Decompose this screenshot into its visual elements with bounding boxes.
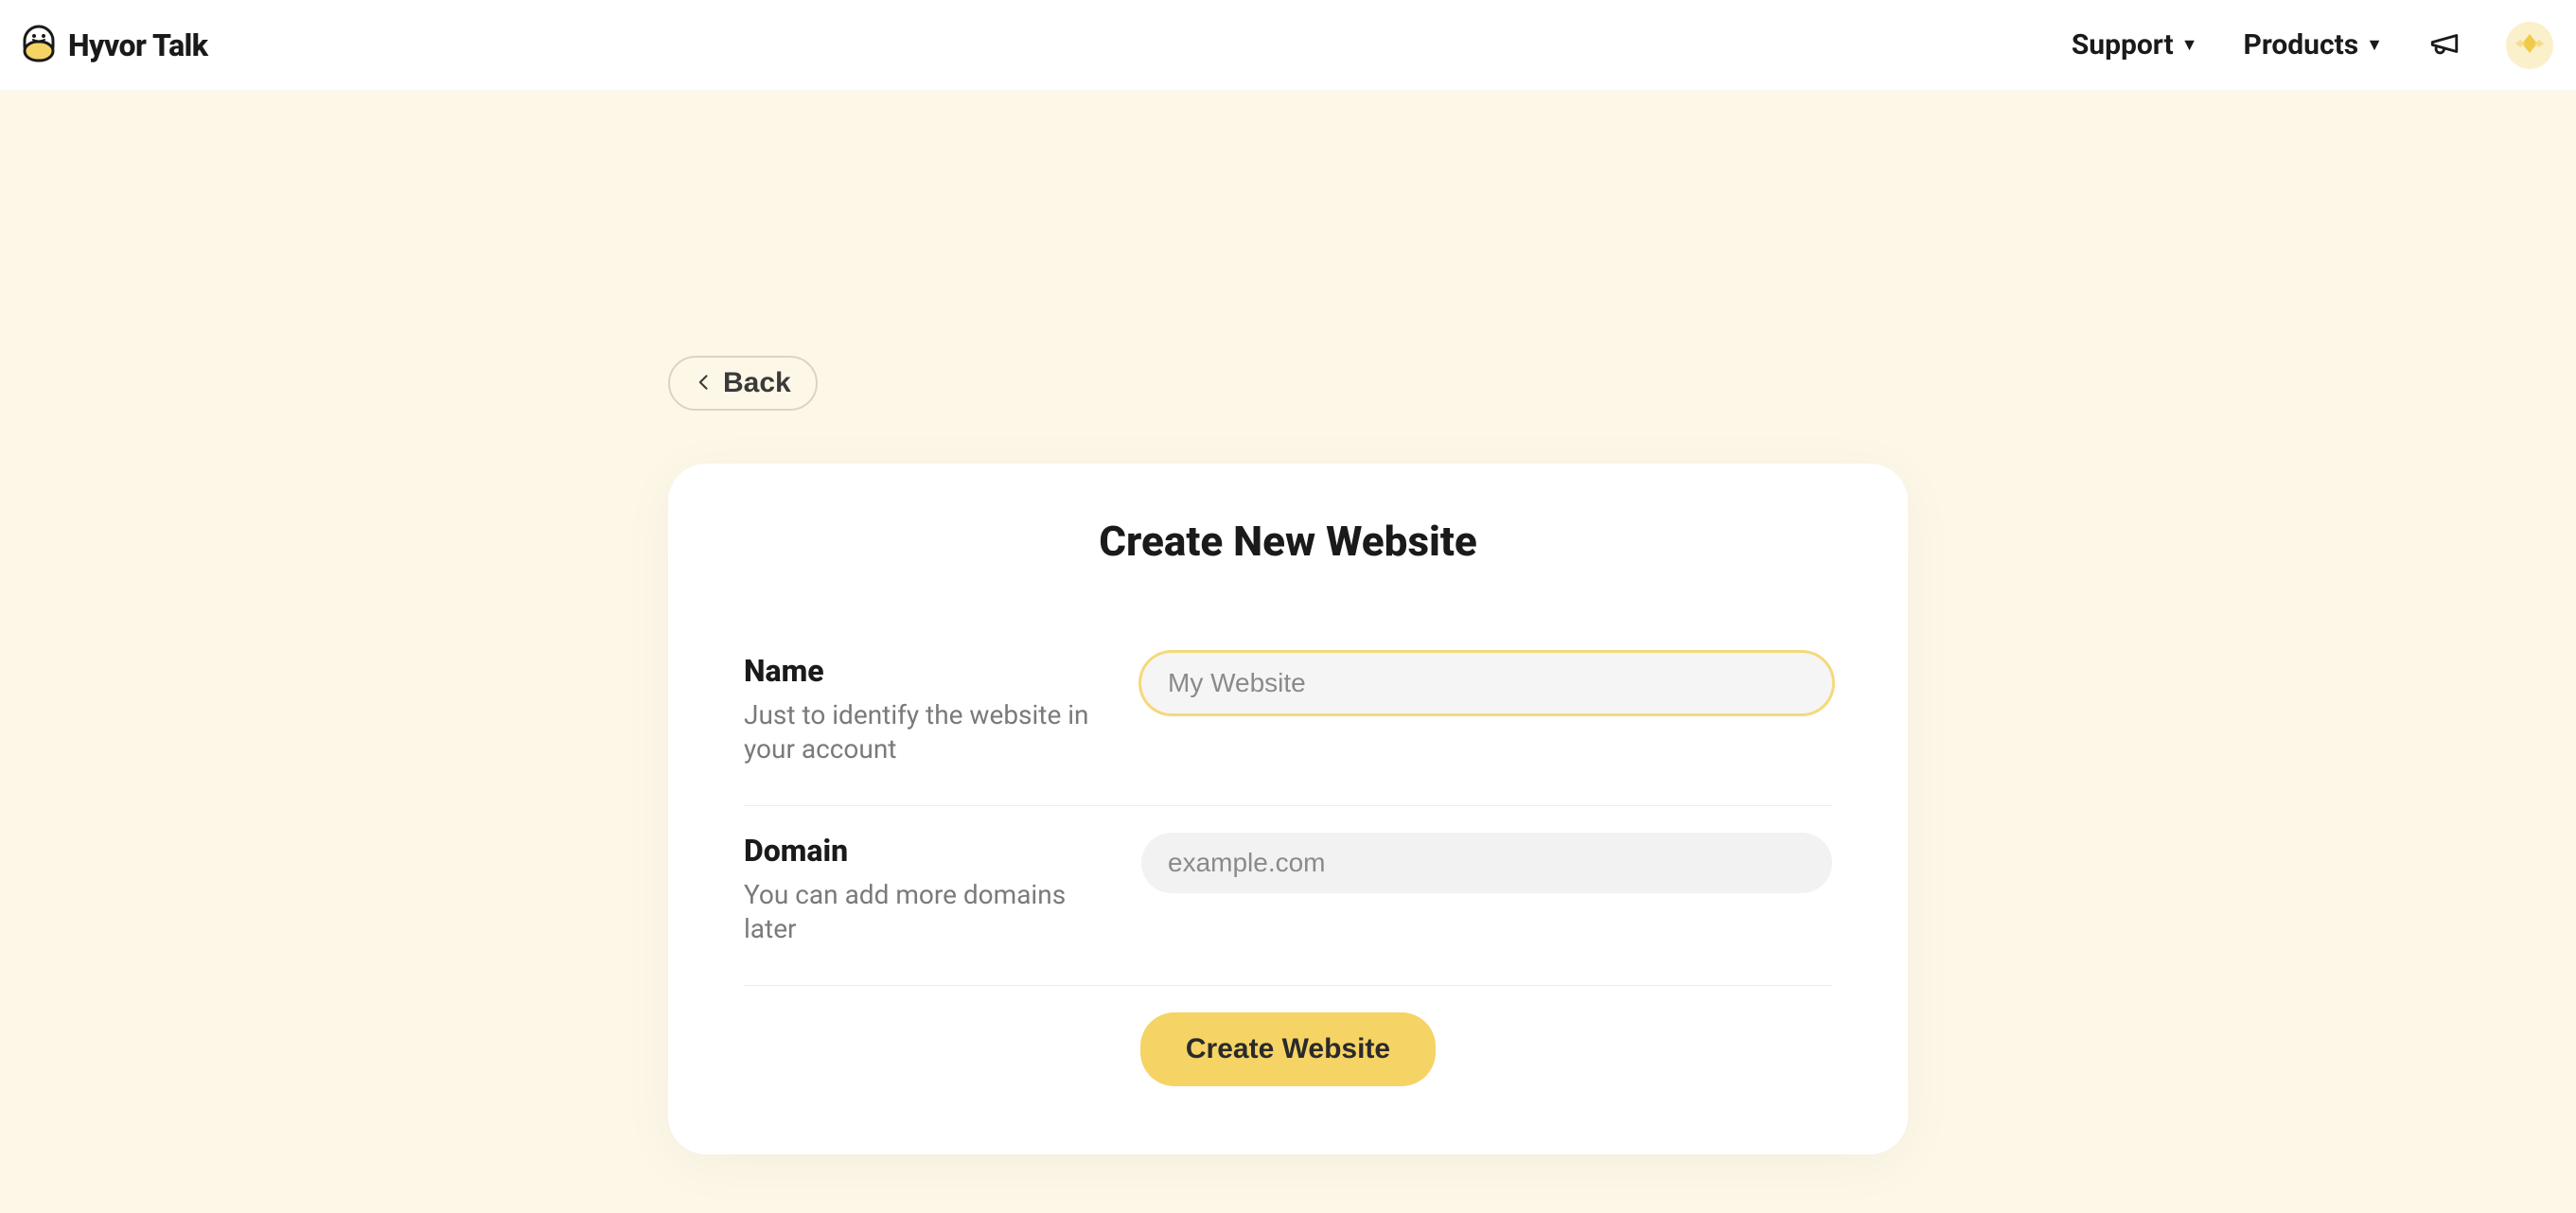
header: Hyvor Talk Support ▼ Products ▼ [0,0,2576,91]
brand-logo-icon [23,25,55,66]
content-wrap: Back Create New Website Name Just to ide… [668,356,1908,1154]
main-content: Back Create New Website Name Just to ide… [0,91,2576,1154]
domain-input[interactable] [1141,833,1832,893]
form-labels-name: Name Just to identify the website in you… [744,653,1103,767]
header-right: Support ▼ Products ▼ [2072,22,2553,69]
back-label: Back [723,367,791,399]
name-input[interactable] [1141,653,1832,713]
caret-down-icon: ▼ [2181,35,2198,55]
nav-support-label: Support [2072,28,2174,62]
form-row-name: Name Just to identify the website in you… [744,626,1832,806]
avatar-icon [2513,26,2547,64]
domain-help: You can add more domains later [744,878,1103,947]
name-label: Name [744,653,1103,689]
form-field-name [1141,653,1832,767]
form-field-domain [1141,833,1832,947]
submit-row: Create Website [744,1012,1832,1086]
nav-products-label: Products [2243,28,2358,62]
caret-down-icon: ▼ [2366,35,2383,55]
brand[interactable]: Hyvor Talk [23,25,208,66]
nav-support[interactable]: Support ▼ [2072,28,2198,62]
form-labels-domain: Domain You can add more domains later [744,833,1103,947]
form-row-domain: Domain You can add more domains later [744,806,1832,986]
domain-label: Domain [744,833,1103,869]
nav-products[interactable]: Products ▼ [2243,28,2383,62]
megaphone-icon [2428,27,2461,63]
back-arrow-icon [695,367,714,399]
back-button[interactable]: Back [668,356,818,411]
card-title: Create New Website [744,517,1832,566]
create-website-button[interactable]: Create Website [1140,1012,1436,1086]
brand-name: Hyvor Talk [68,27,208,63]
user-avatar[interactable] [2506,22,2553,69]
create-website-card: Create New Website Name Just to identify… [668,464,1908,1154]
name-help: Just to identify the website in your acc… [744,698,1103,767]
announcements-button[interactable] [2428,27,2461,63]
